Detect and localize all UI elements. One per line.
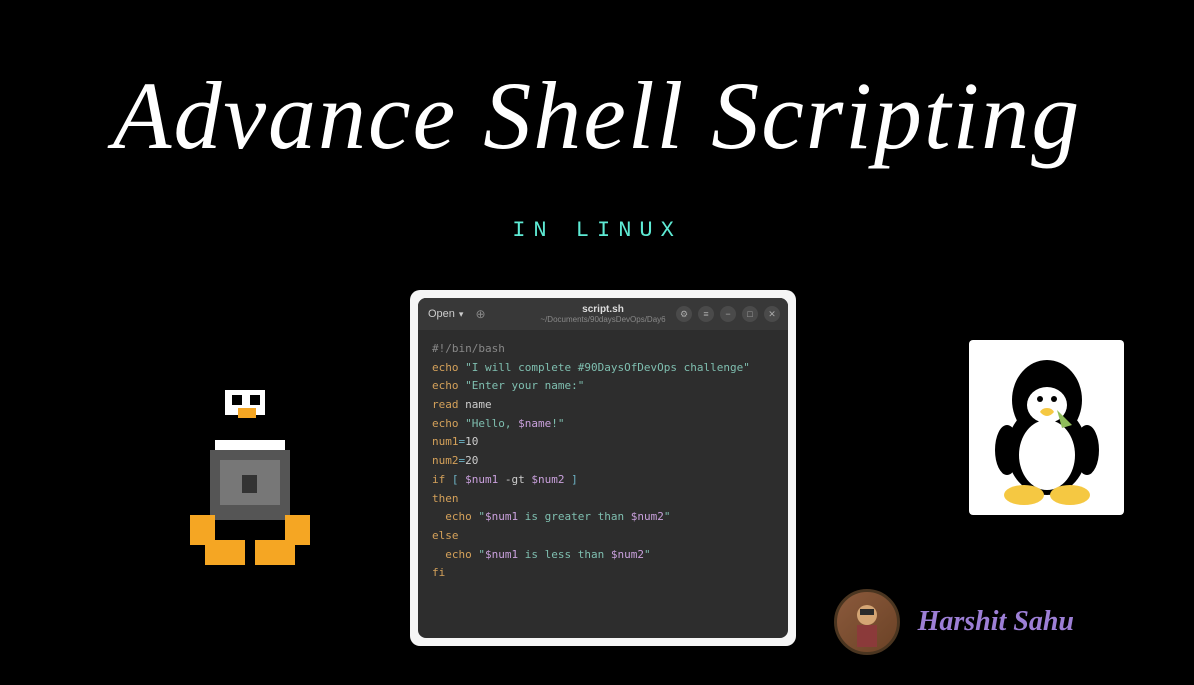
author-block: Harshit Sahu bbox=[834, 589, 1074, 655]
code-content: #!/bin/bash echo "I will complete #90Day… bbox=[418, 330, 788, 593]
author-name: Harshit Sahu bbox=[918, 606, 1074, 638]
menu-icon[interactable]: ≡ bbox=[698, 306, 714, 322]
open-button[interactable]: Open bbox=[428, 308, 463, 320]
maximize-icon[interactable]: □ bbox=[742, 306, 758, 322]
gear-icon[interactable]: ⚙ bbox=[676, 306, 692, 322]
page-title: Advance Shell Scripting bbox=[113, 60, 1081, 171]
editor-titlebar: Open ⊕ script.sh ~/Documents/90daysDevOp… bbox=[418, 298, 788, 330]
pixel-penguin-laptop-icon bbox=[150, 360, 350, 580]
editor-filepath: ~/Documents/90daysDevOps/Day6 bbox=[540, 315, 665, 324]
editor-filename: script.sh bbox=[540, 304, 665, 315]
close-icon[interactable]: ✕ bbox=[764, 306, 780, 322]
new-tab-icon[interactable]: ⊕ bbox=[475, 307, 485, 321]
tux-penguin-icon bbox=[969, 340, 1124, 515]
author-avatar bbox=[834, 589, 900, 655]
code-editor-window: Open ⊕ script.sh ~/Documents/90daysDevOp… bbox=[410, 290, 796, 646]
page-subtitle: IN LINUX bbox=[512, 218, 682, 243]
minimize-icon[interactable]: − bbox=[720, 306, 736, 322]
